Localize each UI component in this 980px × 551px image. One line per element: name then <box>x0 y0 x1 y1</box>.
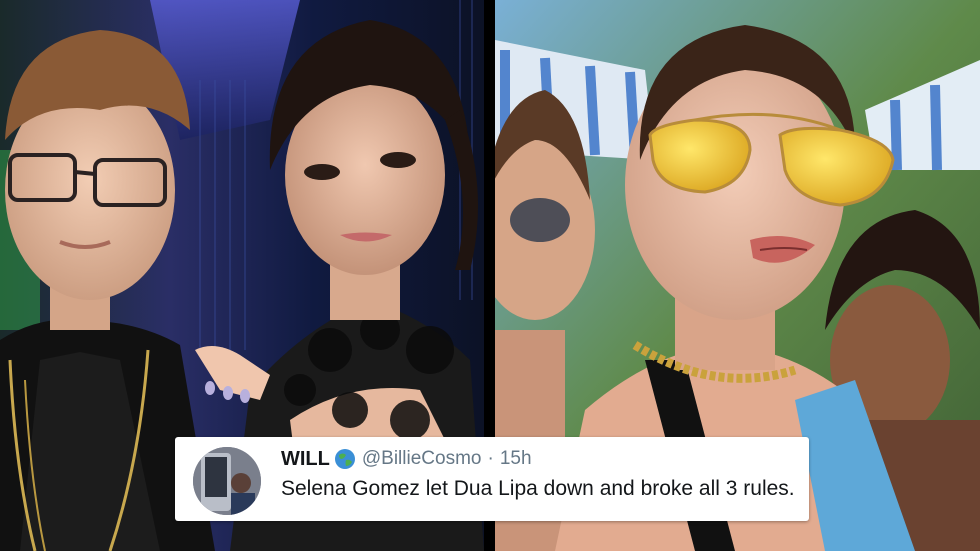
globe-icon <box>334 448 356 470</box>
tweet-text: Selena Gomez let Dua Lipa down and broke… <box>281 477 795 500</box>
tweet-handle[interactable]: @BillieCosmo <box>362 448 482 470</box>
tweet-timestamp[interactable]: 15h <box>500 448 532 470</box>
tweet-separator: · <box>487 448 494 469</box>
tweet-display-name[interactable]: WILL <box>281 448 330 471</box>
avatar-photo-icon <box>193 447 261 515</box>
tweet-card[interactable]: WILL @BillieCosmo · 15h Selena Gomez let… <box>175 437 809 521</box>
tweet-header: WILL @BillieCosmo · 15h <box>281 446 532 472</box>
tweet-avatar[interactable] <box>193 447 261 515</box>
